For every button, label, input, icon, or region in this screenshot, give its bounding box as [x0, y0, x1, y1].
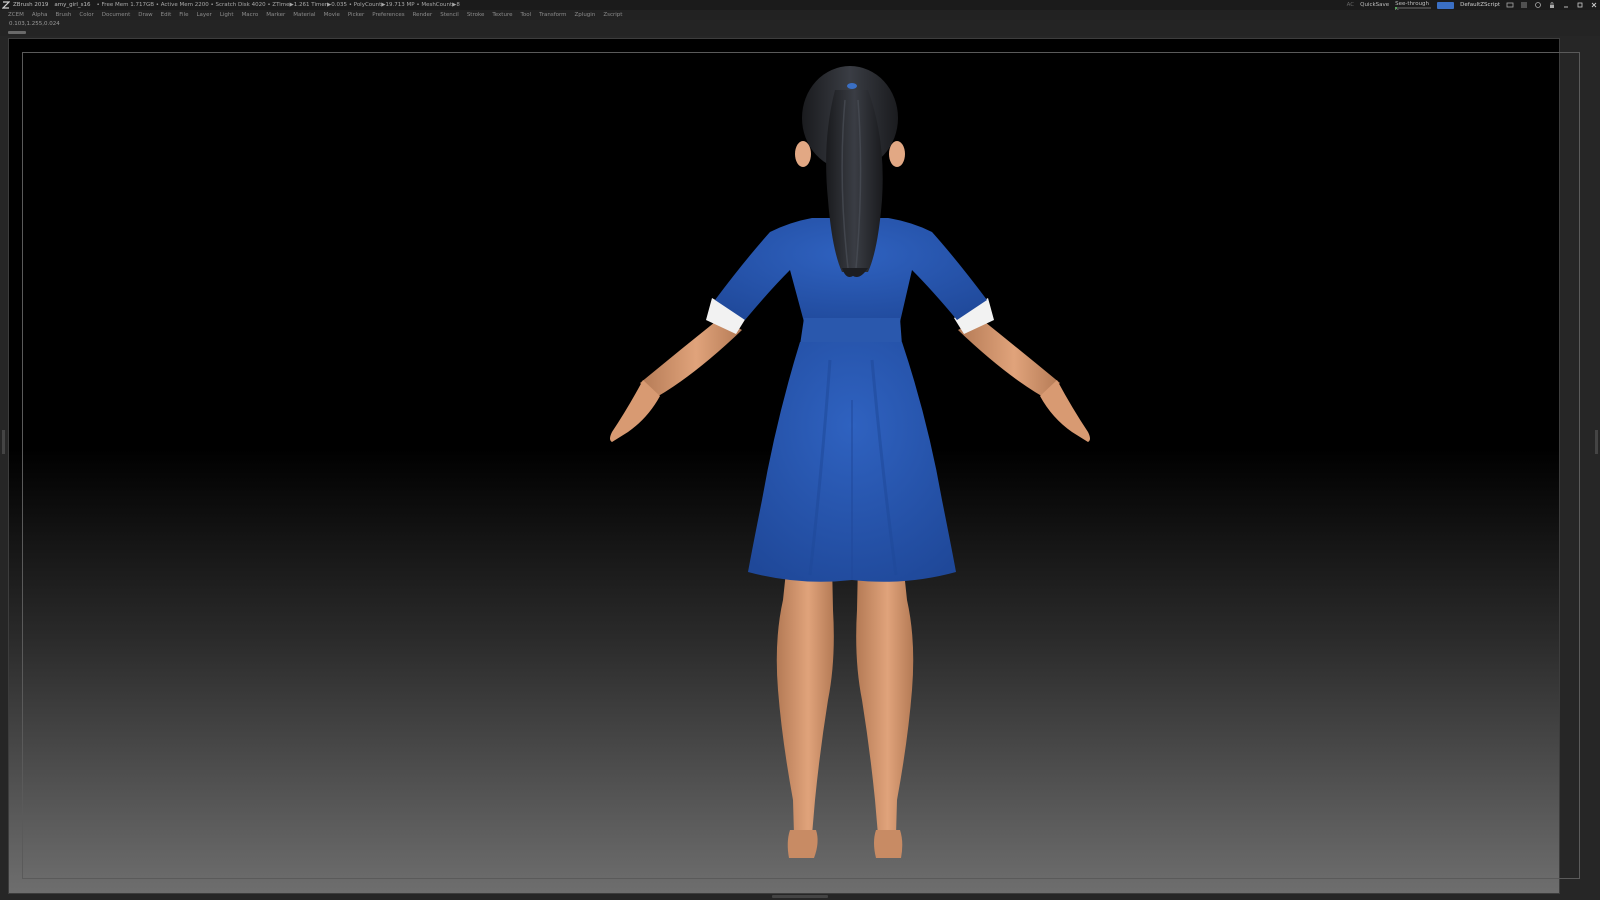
menu-preferences[interactable]: Preferences: [372, 12, 404, 18]
ac-button[interactable]: AC: [1347, 2, 1355, 8]
palette-icon[interactable]: [1534, 1, 1542, 9]
menu-brush[interactable]: Brush: [55, 12, 71, 18]
see-through-fill: [1395, 7, 1398, 9]
see-through-slider[interactable]: See-through 0: [1395, 1, 1432, 13]
menu-alpha[interactable]: Alpha: [32, 12, 48, 18]
top-shelf: [0, 20, 1600, 36]
left-tray-handle[interactable]: [2, 430, 5, 454]
left-ear[interactable]: [795, 141, 811, 167]
see-through-track: [1395, 7, 1432, 9]
menu-transform[interactable]: Transform: [539, 12, 566, 18]
app-name: ZBrush 2019: [13, 2, 49, 8]
maximize-icon[interactable]: [1576, 1, 1584, 9]
menu-draw[interactable]: Draw: [138, 12, 152, 18]
menu-file[interactable]: File: [179, 12, 188, 18]
menu-layer[interactable]: Layer: [196, 12, 211, 18]
menu-texture[interactable]: Texture: [492, 12, 512, 18]
menu-zcem[interactable]: ZCEM: [8, 12, 24, 18]
menu-render[interactable]: Render: [413, 12, 433, 18]
title-right-tools: AC QuickSave See-through 0 DefaultZScrip…: [1347, 0, 1598, 13]
menu-edit[interactable]: Edit: [161, 12, 172, 18]
layout-icon[interactable]: [1520, 1, 1528, 9]
menu-macro[interactable]: Macro: [242, 12, 259, 18]
close-icon[interactable]: [1590, 1, 1598, 9]
quicksave-button[interactable]: QuickSave: [1360, 2, 1389, 8]
menu-color[interactable]: Color: [79, 12, 93, 18]
menu-material[interactable]: Material: [293, 12, 315, 18]
menu-zscript[interactable]: Zscript: [603, 12, 622, 18]
right-foot[interactable]: [874, 830, 903, 858]
right-ear[interactable]: [889, 141, 905, 167]
minimize-icon[interactable]: [1562, 1, 1570, 9]
bottom-tray-handle[interactable]: [772, 895, 828, 898]
lightbox-icon[interactable]: [1506, 1, 1514, 9]
lock-icon[interactable]: [1548, 1, 1556, 9]
main-menu-bar: ZCEM Alpha Brush Color Document Draw Edit File L…: [0, 10, 1600, 20]
memory-stats: • Free Mem 1.717GB • Active Mem 2200 • S…: [96, 2, 460, 8]
default-zscript-button[interactable]: DefaultZScript: [1460, 2, 1500, 8]
menu-zplugin[interactable]: Zplugin: [575, 12, 596, 18]
menu-picker[interactable]: Picker: [348, 12, 364, 18]
menu-light[interactable]: Light: [220, 12, 234, 18]
ponytail[interactable]: [826, 90, 883, 272]
progress-indicator: [8, 31, 26, 34]
menu-movie[interactable]: Movie: [324, 12, 340, 18]
coordinates-readout: 0.103,1.255,0.024: [9, 21, 60, 27]
hair-tie[interactable]: [847, 83, 857, 89]
right-tray-handle[interactable]: [1595, 430, 1598, 454]
left-foot[interactable]: [787, 830, 818, 858]
zbrush-logo-icon[interactable]: [2, 1, 10, 9]
menus-toggle-button[interactable]: [1437, 1, 1455, 9]
menu-stencil[interactable]: Stencil: [440, 12, 459, 18]
file-name: amy_girl_s16: [54, 2, 91, 8]
menu-document[interactable]: Document: [102, 12, 131, 18]
menu-tool[interactable]: Tool: [520, 12, 531, 18]
menu-marker[interactable]: Marker: [266, 12, 285, 18]
menu-stroke[interactable]: Stroke: [467, 12, 485, 18]
dress-waist[interactable]: [800, 318, 902, 345]
